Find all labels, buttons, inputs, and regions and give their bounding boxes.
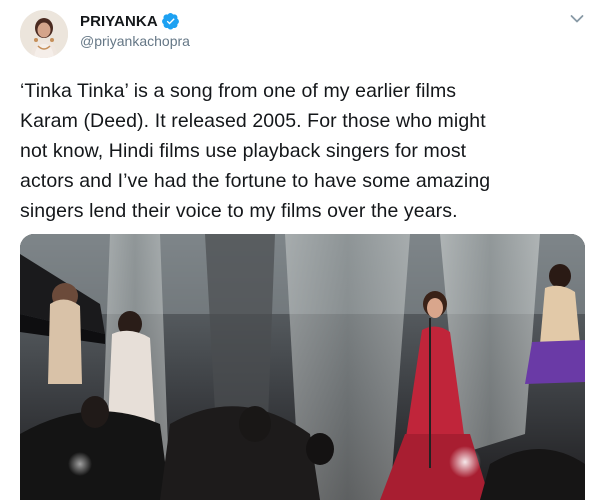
tweet-text-line: ‘Tinka Tinka’ is a song from one of my e…: [20, 80, 457, 102]
author-handle[interactable]: @priyankachopra: [80, 33, 190, 49]
display-name[interactable]: PRIYANKA: [80, 13, 158, 30]
author-name-row[interactable]: PRIYANKA: [80, 12, 180, 30]
verified-badge-icon: [161, 12, 179, 30]
tweet-text-line: actors and I’ve had the fortune to have …: [20, 170, 491, 192]
avatar-image: [20, 10, 68, 58]
chevron-down-icon[interactable]: [570, 14, 584, 24]
tweet-media-video[interactable]: [20, 234, 585, 500]
tweet-text-line: Karam (Deed). It released 2005. For thos…: [20, 110, 486, 132]
tweet-text-line: singers lend their voice to my films ove…: [20, 200, 458, 222]
avatar[interactable]: [20, 10, 68, 58]
tweet-text-line: not know, Hindi films use playback singe…: [20, 140, 467, 162]
video-thumbnail: [20, 234, 585, 500]
tweet-card: PRIYANKA @priyankachopra ‘Tinka Tinka’ i…: [0, 0, 600, 500]
tweet-text: ‘Tinka Tinka’ is a song from one of my e…: [20, 76, 590, 226]
